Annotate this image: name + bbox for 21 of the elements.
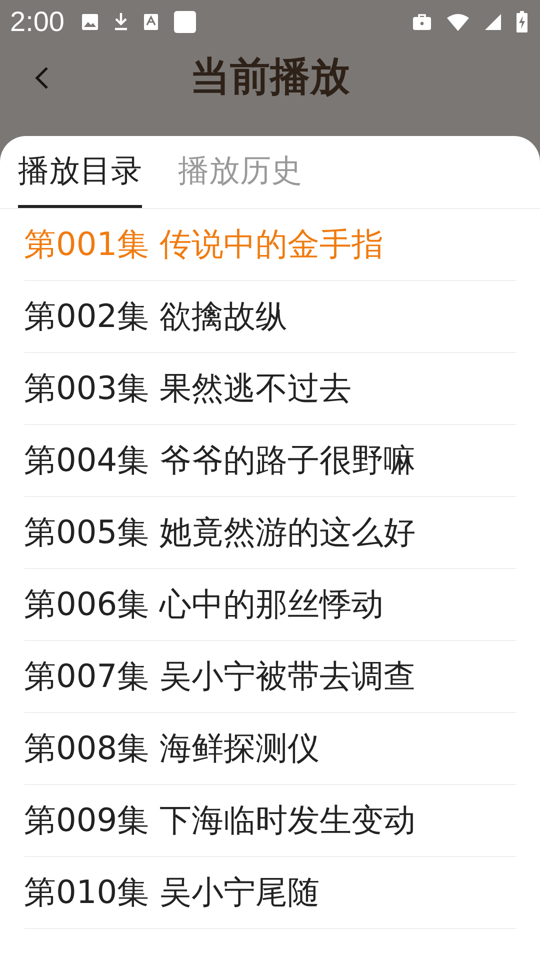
episode-item[interactable]: 第008集 海鲜探测仪 xyxy=(24,713,516,785)
episode-item[interactable]: 第005集 她竟然游的这么好 xyxy=(24,497,516,569)
keyboard-icon xyxy=(142,13,158,31)
wifi-icon xyxy=(446,13,470,31)
episode-item[interactable]: 第002集 欲擒故纵 xyxy=(24,281,516,353)
briefcase-icon xyxy=(412,13,432,31)
episode-item[interactable]: 第010集 吴小宁尾随 xyxy=(24,857,516,929)
image-icon xyxy=(80,13,98,31)
back-icon[interactable] xyxy=(35,66,49,90)
download-icon xyxy=(112,12,128,32)
episode-item[interactable]: 第003集 果然逃不过去 xyxy=(24,353,516,425)
status-time: 2:00 xyxy=(10,6,64,38)
tab[interactable]: 播放目录 xyxy=(18,136,142,208)
signal-icon xyxy=(484,13,502,31)
episode-item[interactable]: 第007集 吴小宁被带去调查 xyxy=(24,641,516,713)
episode-item[interactable]: 第004集 爷爷的路子很野嘛 xyxy=(24,425,516,497)
square-icon xyxy=(172,10,196,34)
battery-charging-icon xyxy=(516,11,528,33)
episode-item[interactable]: 第006集 心中的那丝悸动 xyxy=(24,569,516,641)
page-title: 当前播放 xyxy=(190,52,350,102)
episode-item[interactable]: 第009集 下海临时发生变动 xyxy=(24,785,516,857)
